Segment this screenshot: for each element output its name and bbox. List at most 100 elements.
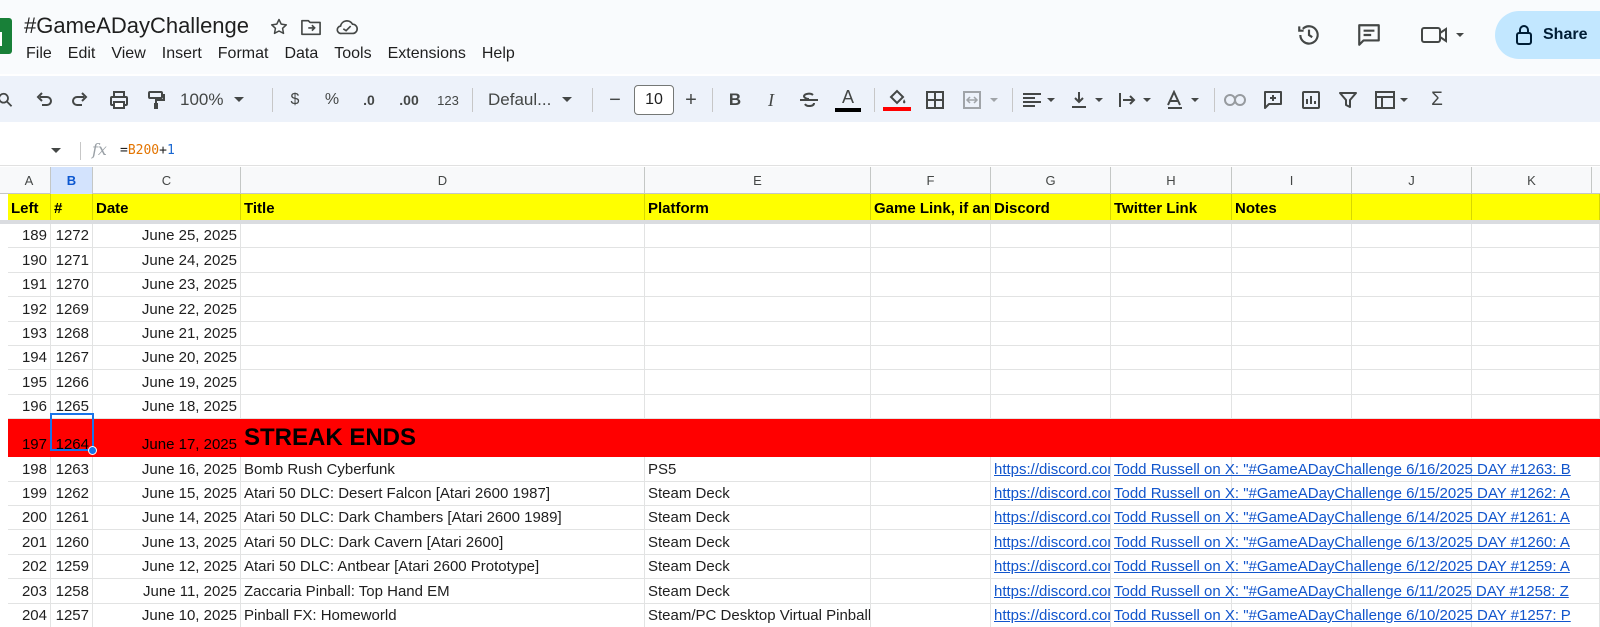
text-wrapping-icon[interactable] (1116, 86, 1158, 114)
cell-platform[interactable]: Steam/PC Desktop Virtual Pinball (645, 603, 871, 627)
cell-date[interactable]: June 20, 2025 (93, 346, 241, 371)
cell-k[interactable] (1472, 321, 1600, 346)
header-left[interactable]: Left (8, 194, 51, 221)
menu-edit[interactable]: Edit (68, 43, 103, 65)
formula-input[interactable]: =B200+1 (120, 143, 175, 158)
cell-date[interactable]: June 17, 2025 (93, 419, 241, 458)
cell-date[interactable]: June 14, 2025 (93, 506, 241, 531)
star-icon[interactable] (266, 14, 292, 40)
format-percent-button[interactable]: % (320, 86, 344, 114)
column-header-k[interactable]: K (1472, 167, 1592, 194)
cell-left[interactable]: 195 (8, 370, 51, 395)
cell-game-link[interactable] (871, 394, 991, 420)
cell-left[interactable]: 194 (8, 346, 51, 371)
cell-game-link[interactable] (871, 457, 991, 482)
cell-twitter[interactable]: Todd Russell on X: "#GameADayChallenge 6… (1111, 506, 1570, 531)
cell-date[interactable]: June 18, 2025 (93, 394, 241, 420)
cell-game-link[interactable] (871, 530, 991, 555)
menu-help[interactable]: Help (482, 43, 522, 65)
cell-game-link[interactable] (871, 272, 991, 298)
cell-game-link[interactable] (871, 506, 991, 531)
column-header-h[interactable]: H (1111, 167, 1232, 194)
cell-discord[interactable] (991, 321, 1111, 346)
text-color-button[interactable]: A (834, 86, 862, 114)
cell-game-link[interactable] (871, 579, 991, 604)
cell-title[interactable] (241, 224, 645, 249)
cell-k[interactable] (1472, 394, 1600, 420)
merge-cells-icon[interactable] (960, 86, 1004, 114)
cell-title[interactable]: Pinball FX: Homeworld (241, 603, 645, 627)
cell-num[interactable]: 1263 (51, 457, 93, 482)
column-header-e[interactable]: E (645, 167, 871, 194)
cell-j[interactable] (1352, 297, 1472, 322)
borders-icon[interactable] (922, 86, 948, 114)
insert-comment-icon[interactable] (1260, 86, 1286, 114)
cell-twitter[interactable] (1111, 321, 1232, 346)
cell-date[interactable]: June 25, 2025 (93, 224, 241, 249)
cell-game-link[interactable] (871, 297, 991, 322)
cell-twitter[interactable]: Todd Russell on X: "#GameADayChallenge 6… (1111, 579, 1569, 604)
horizontal-align-icon[interactable] (1020, 86, 1062, 114)
cell-j[interactable] (1352, 370, 1472, 395)
cell-num[interactable]: 1257 (51, 603, 93, 627)
cell-num[interactable]: 1272 (51, 224, 93, 249)
cell-k[interactable] (1472, 297, 1600, 322)
cell-platform[interactable]: Steam Deck (645, 579, 871, 604)
cell-notes[interactable] (1232, 297, 1352, 322)
cell-date[interactable]: June 16, 2025 (93, 457, 241, 482)
cell-date[interactable]: June 21, 2025 (93, 321, 241, 346)
cell-platform[interactable]: Steam Deck (645, 506, 871, 531)
cell-left[interactable]: 199 (8, 481, 51, 506)
cell-title[interactable]: Atari 50 DLC: Antbear [Atari 2600 Protot… (241, 554, 645, 580)
cell-k[interactable] (1472, 248, 1600, 273)
format-currency-button[interactable]: $ (284, 86, 306, 114)
cell-platform[interactable] (645, 248, 871, 273)
cell-discord[interactable] (991, 248, 1111, 273)
sheets-logo-icon[interactable] (0, 18, 12, 54)
cell-platform[interactable] (645, 370, 871, 395)
cell-title[interactable] (241, 297, 645, 322)
column-header-d[interactable]: D (241, 167, 645, 194)
header-title[interactable]: Title (241, 194, 645, 221)
cell-date[interactable]: June 12, 2025 (93, 554, 241, 580)
cell-platform[interactable]: Steam Deck (645, 481, 871, 506)
cell-left[interactable]: 197 (8, 419, 51, 458)
cell-date[interactable]: June 13, 2025 (93, 530, 241, 555)
cell-notes[interactable] (1232, 321, 1352, 346)
column-header-i[interactable]: I (1232, 167, 1352, 194)
header-discord[interactable]: Discord (991, 194, 1111, 221)
menu-tools[interactable]: Tools (334, 43, 378, 65)
cell-num[interactable]: 1258 (51, 579, 93, 604)
cell-discord[interactable]: https://discord.com (991, 457, 1111, 482)
zoom-select[interactable]: 100% (180, 86, 260, 114)
cell-game-link[interactable] (871, 370, 991, 395)
increase-decimal-button[interactable]: .00 (394, 86, 424, 114)
cell-date[interactable]: June 22, 2025 (93, 297, 241, 322)
header-game-link[interactable]: Game Link, if any (871, 194, 991, 221)
cell-twitter[interactable] (1111, 224, 1232, 249)
cell-left[interactable]: 201 (8, 530, 51, 555)
cell-j[interactable] (1352, 394, 1472, 420)
cell-discord[interactable]: https://discord.com (991, 506, 1111, 531)
fill-handle[interactable] (88, 446, 97, 455)
menu-format[interactable]: Format (218, 43, 276, 65)
cell-j[interactable] (1352, 224, 1472, 249)
cell-left[interactable]: 191 (8, 272, 51, 298)
cell-game-link[interactable] (871, 603, 991, 627)
cell-game-link[interactable] (871, 419, 991, 458)
cell-num[interactable]: 1266 (51, 370, 93, 395)
header-date[interactable]: Date (93, 194, 241, 221)
cell-title[interactable] (241, 394, 645, 420)
menu-extensions[interactable]: Extensions (388, 43, 473, 65)
search-menus-icon[interactable] (0, 86, 16, 114)
menu-view[interactable]: View (111, 43, 152, 65)
menu-insert[interactable]: Insert (162, 43, 209, 65)
cell-platform[interactable]: Steam Deck (645, 554, 871, 580)
cell-discord[interactable]: https://discord.com (991, 603, 1111, 627)
cell-k[interactable] (1472, 224, 1600, 249)
font-select[interactable]: Defaul... (488, 86, 582, 114)
font-size-input[interactable]: 10 (634, 85, 674, 115)
cell-j[interactable] (1352, 321, 1472, 346)
cell-platform[interactable]: PS5 (645, 457, 871, 482)
text-rotation-icon[interactable] (1164, 86, 1206, 114)
